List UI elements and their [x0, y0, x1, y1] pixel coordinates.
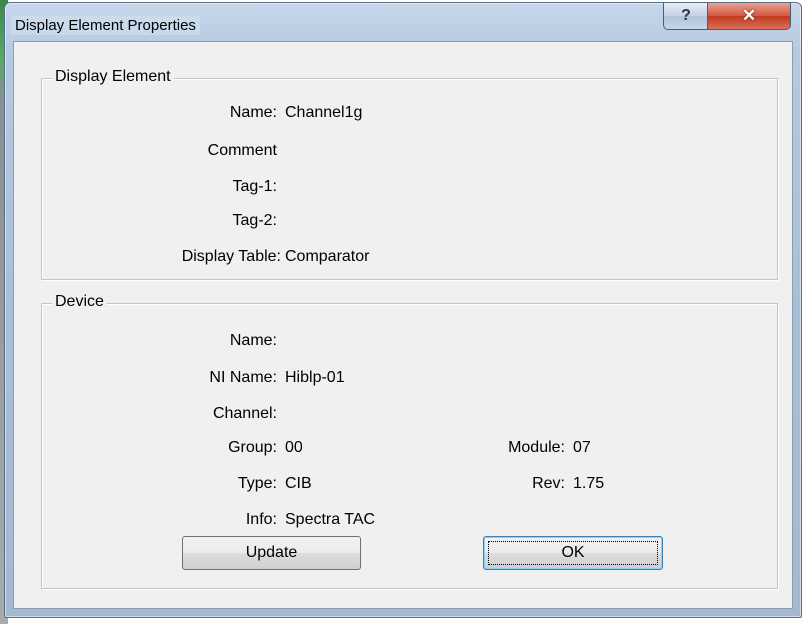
close-button[interactable]: ✕: [707, 3, 791, 30]
window-title: Display Element Properties: [11, 16, 200, 35]
help-icon: ?: [681, 7, 691, 24]
rev-label: Rev:: [532, 475, 565, 492]
channel-label: Channel:: [212, 405, 277, 422]
type-value: CIB: [285, 475, 312, 492]
display-element-group: Display Element Name: Channel1g Comment …: [41, 68, 778, 280]
focus-rect: [488, 541, 658, 565]
ni-name-value: Hiblp-01: [285, 369, 345, 386]
device-name-label: Name:: [229, 332, 277, 349]
ok-button[interactable]: OK: [483, 536, 663, 570]
element-tag2-label: Tag-2:: [232, 212, 277, 229]
group-label: Group:: [228, 439, 277, 456]
rev-value: 1.75: [573, 475, 605, 492]
info-value: Spectra TAC: [285, 511, 376, 528]
device-group: Device Name: NI Name: Hiblp-01 Channel: …: [41, 293, 778, 589]
dialog-client-area: Display Element Name: Channel1g Comment …: [13, 41, 793, 609]
module-value: 07: [573, 439, 591, 456]
element-tag1-label: Tag-1:: [232, 178, 277, 195]
dialog-window: Display Element Properties ? ✕ Display E…: [4, 2, 802, 618]
device-legend: Device: [52, 293, 107, 311]
help-button[interactable]: ?: [663, 3, 709, 30]
type-label: Type:: [237, 475, 277, 492]
close-icon: ✕: [741, 6, 757, 25]
element-comment-label: Comment: [207, 142, 277, 159]
display-table-value: Comparator: [285, 248, 370, 265]
module-label: Module:: [508, 439, 565, 456]
display-table-label: Display Table:: [181, 248, 281, 265]
info-label: Info:: [245, 511, 277, 528]
display-element-legend: Display Element: [52, 68, 174, 86]
element-name-label: Name:: [229, 104, 277, 121]
group-value: 00: [285, 439, 303, 456]
ni-name-label: NI Name:: [209, 369, 277, 386]
update-button[interactable]: Update: [182, 536, 361, 570]
element-name-value: Channel1g: [285, 104, 363, 121]
